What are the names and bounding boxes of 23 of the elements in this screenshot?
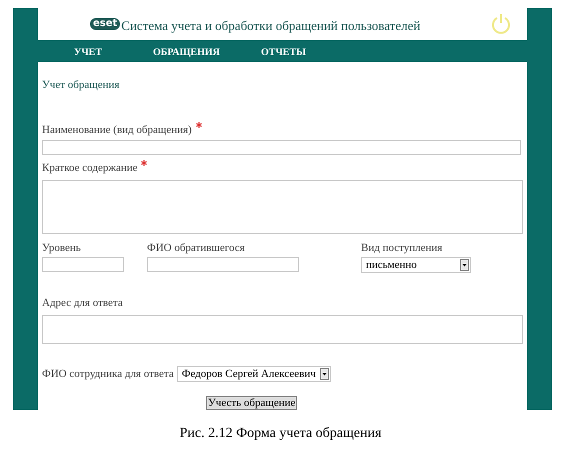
text-area[interactable]	[42, 180, 523, 234]
input-field[interactable]	[42, 257, 124, 272]
nav-link[interactable]: ОБРАЩЕНИЯ	[153, 47, 220, 58]
app-title: Система учета и обработки обращений пользователей	[121, 16, 420, 35]
logo: eset	[90, 18, 120, 30]
field-label: Краткое содержание	[42, 161, 138, 176]
field-label: ФИО обратившегося	[147, 240, 246, 256]
dropdown[interactable]: Федоров Сергей Алексеевич	[176, 366, 331, 382]
field-label: Наименование (вид обращения)	[42, 122, 192, 138]
field-label: Уровень	[42, 240, 82, 256]
nav-link[interactable]: ОТЧЕТЫ	[261, 47, 306, 58]
nav-link[interactable]: УЧЕТ	[74, 47, 102, 58]
section-title: Учет обращения	[42, 78, 120, 93]
figure-caption: Рис. 2.12 Форма учета обращения	[180, 426, 382, 441]
text-area[interactable]	[42, 314, 523, 344]
power-icon[interactable]	[491, 13, 511, 35]
input-field[interactable]	[147, 257, 299, 272]
field-label: Адрес для ответа	[42, 296, 123, 311]
field-label: Вид поступления	[361, 240, 444, 256]
dropdown[interactable]: письменно	[361, 257, 471, 273]
input-field[interactable]	[42, 140, 521, 155]
submit-button[interactable]: Учесть обращение	[206, 396, 298, 410]
field-label: ФИО сотрудника для ответа	[42, 366, 174, 382]
